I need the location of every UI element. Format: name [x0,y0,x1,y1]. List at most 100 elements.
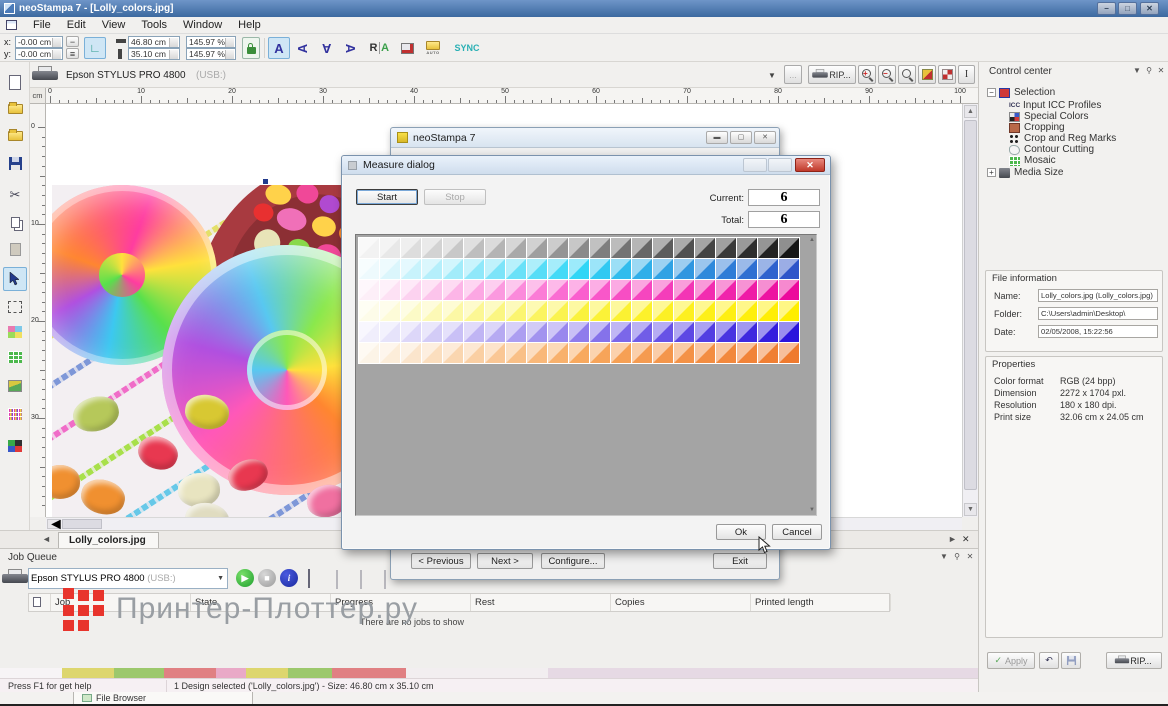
color-swatch-orange-15[interactable] [674,343,694,363]
color-swatch-cyan-1[interactable] [380,259,400,279]
marquee-tool-button[interactable] [3,295,27,319]
stop-button[interactable]: Stop [424,189,486,205]
color-swatch-black-15[interactable] [674,238,694,258]
color-swatch-magenta-11[interactable] [590,280,610,300]
collapse-position-button[interactable]: − [66,36,79,47]
width-input[interactable]: 46.80 cm [128,36,180,48]
color-swatch-yellow-11[interactable] [590,301,610,321]
color-swatch-black-11[interactable] [590,238,610,258]
rotate-180-button[interactable]: A [316,37,338,59]
color-swatch-violet-4[interactable] [443,322,463,342]
undo-button[interactable]: ↶ [1039,652,1059,669]
color-swatch-violet-6[interactable] [485,322,505,342]
horizontal-scroll-thumb[interactable] [62,519,102,529]
measure-tool-button[interactable]: I [958,65,975,84]
color-swatch-yellow-8[interactable] [527,301,547,321]
expand-icon[interactable]: + [987,168,996,177]
color-swatch-black-1[interactable] [380,238,400,258]
paste-button[interactable] [3,237,27,261]
open-design-button[interactable] [3,97,27,121]
color-swatch-violet-8[interactable] [527,322,547,342]
lock-aspect-button[interactable] [242,37,260,59]
color-swatch-cyan-2[interactable] [401,259,421,279]
hold-job-button[interactable] [336,571,338,589]
maximize-button[interactable]: □ [1118,2,1137,15]
close-button[interactable]: ✕ [1140,2,1159,15]
color-swatch-magenta-10[interactable] [569,280,589,300]
color-swatch-orange-9[interactable] [548,343,568,363]
dialog-close-icon[interactable]: ✕ [795,158,825,172]
color-swatch-orange-14[interactable] [653,343,673,363]
rotate-90-button[interactable]: A [292,37,314,59]
save-settings-button[interactable] [1061,652,1081,669]
color-swatch-black-13[interactable] [632,238,652,258]
color-swatch-magenta-9[interactable] [548,280,568,300]
color-swatch-cyan-5[interactable] [464,259,484,279]
scroll-down-icon[interactable]: ▼ [964,503,977,516]
color-swatch-cyan-12[interactable] [611,259,631,279]
color-swatch-black-20[interactable] [779,238,799,258]
color-swatch-black-10[interactable] [569,238,589,258]
color-swatch-magenta-5[interactable] [464,280,484,300]
color-swatch-cyan-6[interactable] [485,259,505,279]
job-queue-pin-icon[interactable]: ⚲ [951,552,963,561]
color-swatch-violet-14[interactable] [653,322,673,342]
color-swatch-yellow-6[interactable] [485,301,505,321]
next-button[interactable]: Next > [477,553,533,569]
wizard-close-icon[interactable]: ✕ [754,131,776,144]
color-swatch-orange-1[interactable] [380,343,400,363]
job-queue-close-icon[interactable]: ✕ [964,552,976,561]
tree-item-input-icc-profiles[interactable]: ICC Input ICC Profiles [1009,100,1168,111]
color-swatch-yellow-0[interactable] [359,301,379,321]
color-swatch-violet-11[interactable] [590,322,610,342]
color-swatch-violet-1[interactable] [380,322,400,342]
color-swatch-yellow-20[interactable] [779,301,799,321]
color-swatch-yellow-1[interactable] [380,301,400,321]
color-swatch-yellow-9[interactable] [548,301,568,321]
ok-button[interactable]: Ok [716,524,766,540]
mosaic-tool-button[interactable] [3,345,27,369]
auto-layout-button[interactable]: AUTO [422,37,444,59]
fit-page-button[interactable] [918,65,936,84]
color-swatch-black-14[interactable] [653,238,673,258]
column-rest[interactable]: Rest [471,594,611,611]
color-swatch-black-2[interactable] [401,238,421,258]
color-swatch-orange-20[interactable] [779,343,799,363]
preview-button[interactable] [396,37,418,59]
color-swatch-magenta-13[interactable] [632,280,652,300]
job-queue-menu-icon[interactable]: ▼ [938,552,950,561]
center-position-button[interactable]: ≡ [66,48,79,59]
color-swatch-orange-11[interactable] [590,343,610,363]
color-swatch-black-9[interactable] [548,238,568,258]
menu-help[interactable]: Help [230,18,269,32]
stop-queue-button[interactable]: ■ [258,569,276,587]
tree-item-cropping[interactable]: Cropping [1009,122,1168,133]
origin-tool-button[interactable]: ∟ [84,37,106,59]
color-swatch-magenta-2[interactable] [401,280,421,300]
select-tool-button[interactable] [3,267,27,291]
color-swatch-cyan-7[interactable] [506,259,526,279]
color-swatch-black-0[interactable] [359,238,379,258]
color-swatch-cyan-13[interactable] [632,259,652,279]
color-swatch-orange-6[interactable] [485,343,505,363]
separation-tool-button[interactable] [3,434,27,458]
width-scale-input[interactable]: 145.97 % [186,36,236,48]
tab-scroll-left-icon[interactable]: ◄ [42,534,51,544]
resume-job-button[interactable] [360,571,362,589]
color-swatch-violet-3[interactable] [422,322,442,342]
color-swatch-magenta-8[interactable] [527,280,547,300]
color-swatch-orange-2[interactable] [401,343,421,363]
rotate-270-button[interactable]: A [340,37,362,59]
color-swatch-violet-18[interactable] [737,322,757,342]
color-swatch-black-5[interactable] [464,238,484,258]
color-swatch-magenta-18[interactable] [737,280,757,300]
x-position-input[interactable]: -0.00 cm [15,36,63,48]
color-swatch-magenta-12[interactable] [611,280,631,300]
color-swatch-orange-13[interactable] [632,343,652,363]
swatch-scroll-up-icon[interactable]: ▲ [809,237,815,243]
color-swatch-magenta-15[interactable] [674,280,694,300]
color-swatch-violet-20[interactable] [779,322,799,342]
color-swatch-violet-16[interactable] [695,322,715,342]
color-swatch-magenta-3[interactable] [422,280,442,300]
cut-button[interactable]: ✂ [3,183,27,207]
